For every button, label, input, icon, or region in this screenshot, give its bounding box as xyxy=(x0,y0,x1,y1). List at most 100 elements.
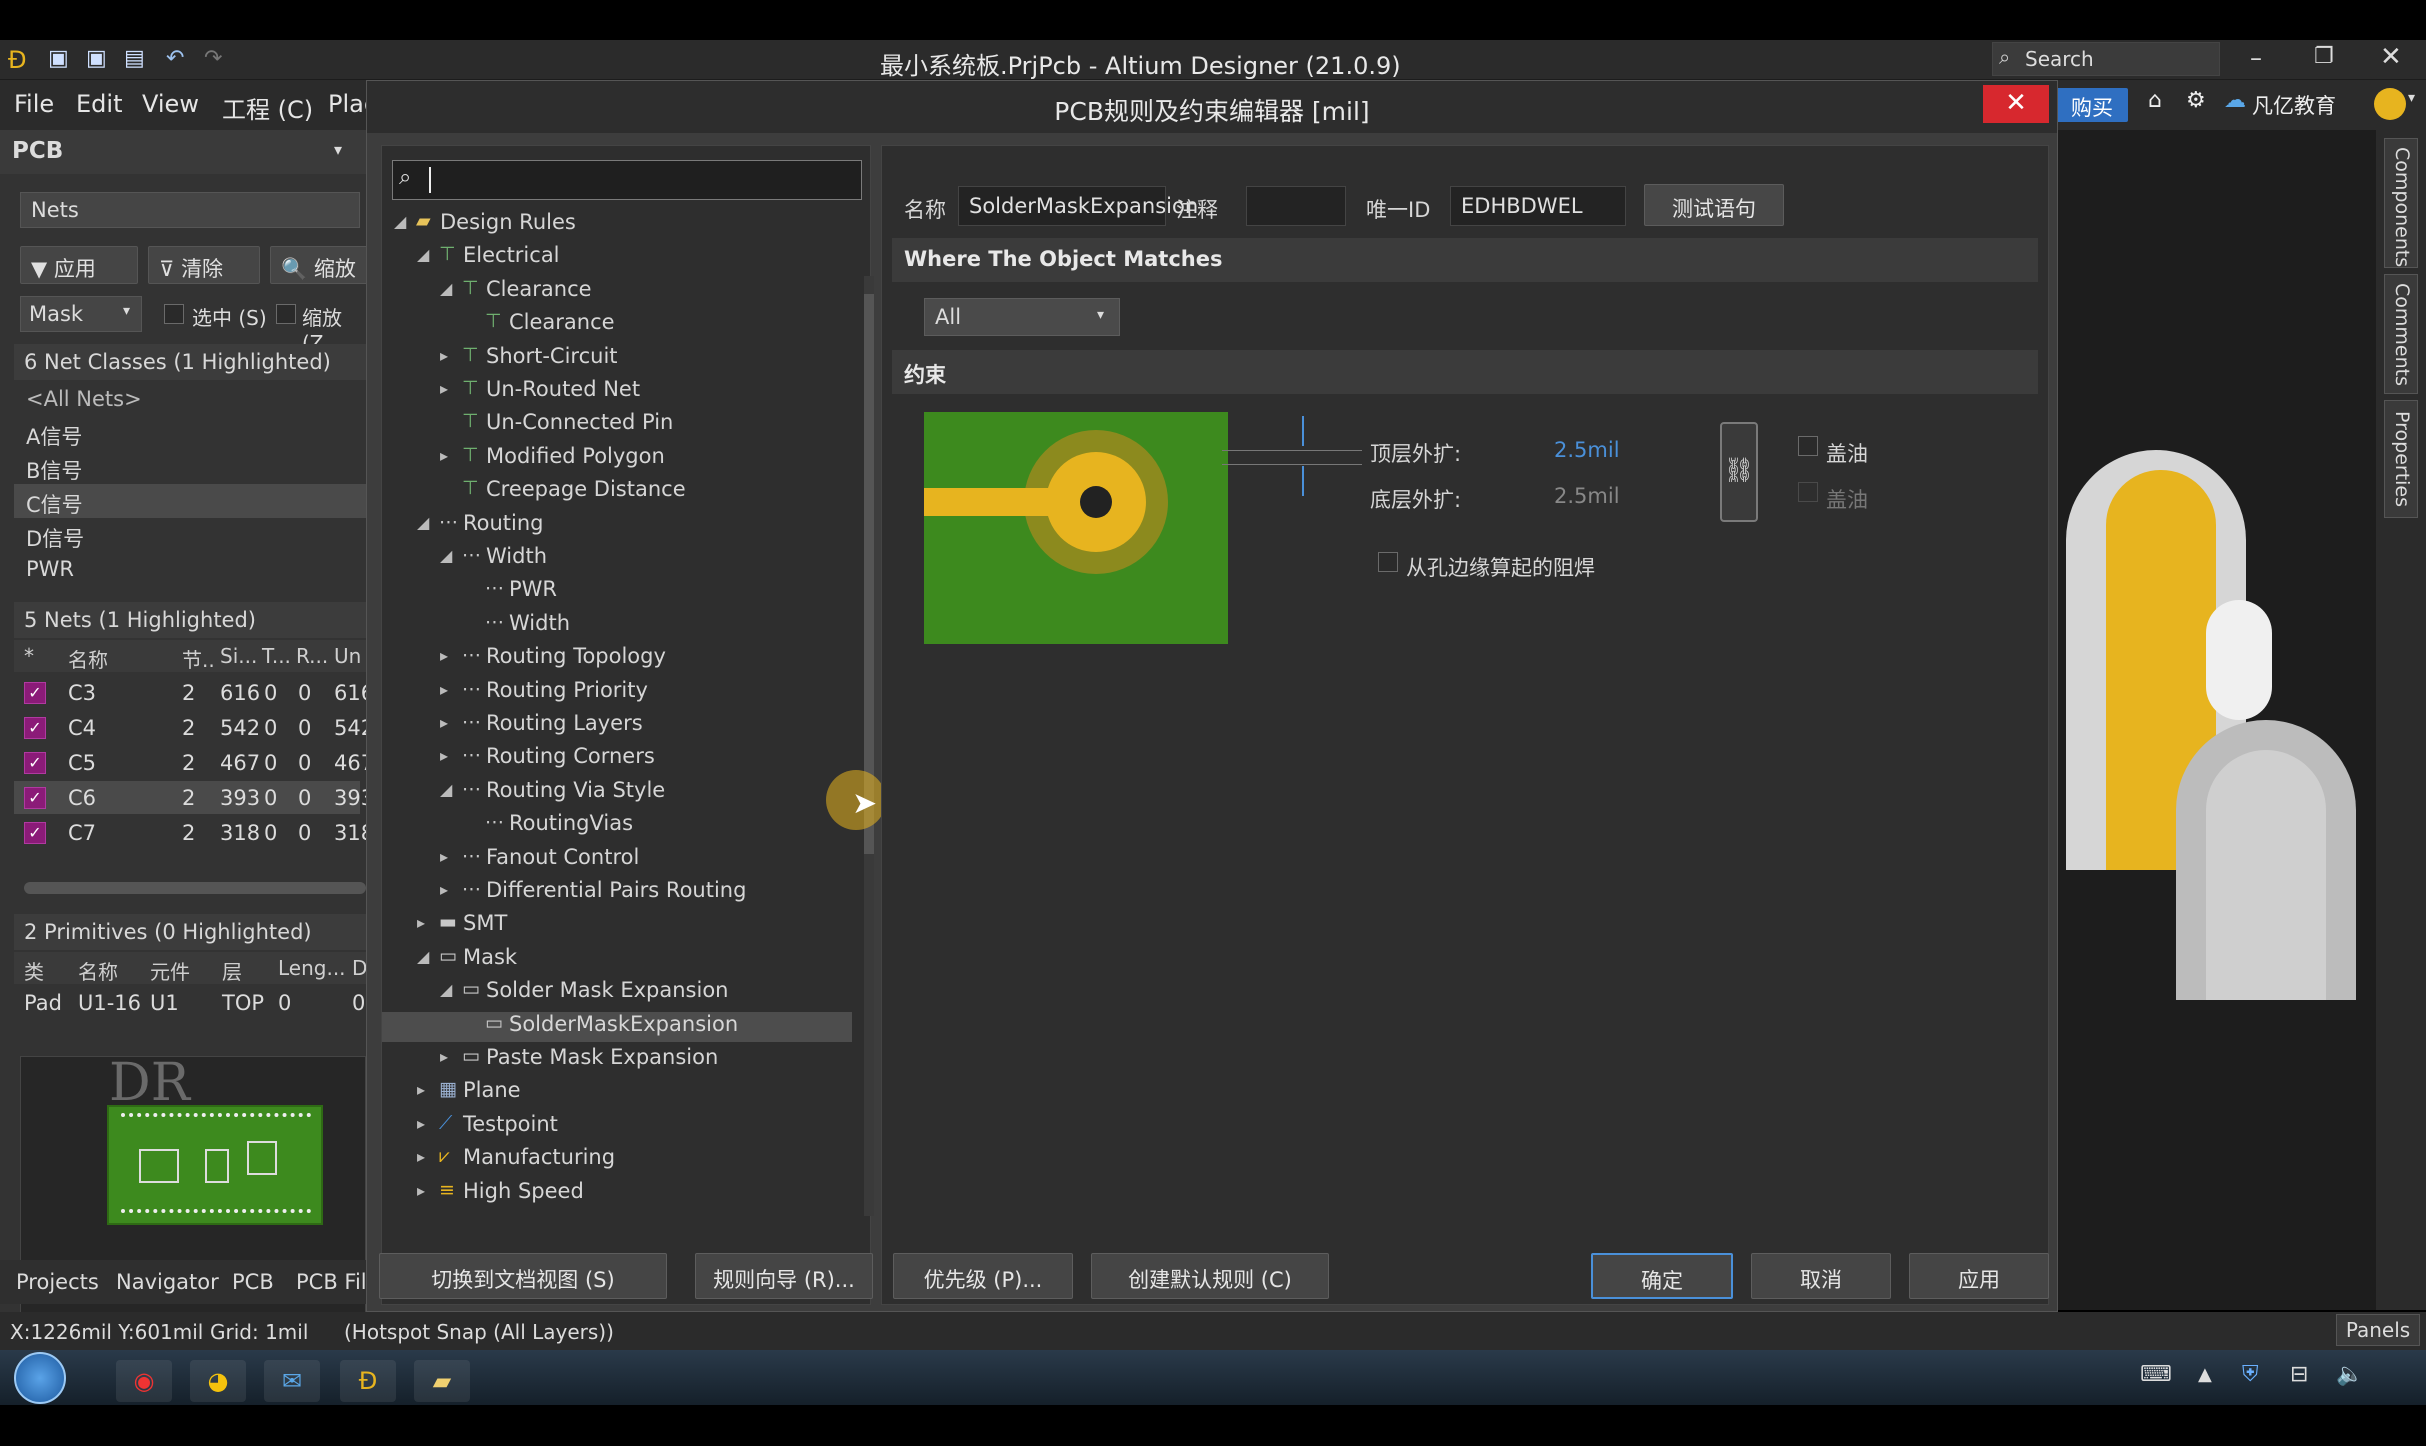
net-visible-checkbox[interactable]: ✓ xyxy=(24,682,46,704)
volume-icon[interactable]: 🔈 xyxy=(2336,1362,2363,1387)
folder-icon[interactable]: ▰ xyxy=(414,1360,470,1402)
menu-file[interactable]: File xyxy=(14,90,54,118)
expand-arrow-icon[interactable]: ◢ xyxy=(417,245,429,264)
gear-icon[interactable]: ⚙ xyxy=(2186,88,2206,113)
col-si[interactable]: Si... xyxy=(220,644,257,668)
create-default-rules-button[interactable]: 创建默认规则 (C) xyxy=(1091,1253,1329,1299)
expand-arrow-icon[interactable]: ▸ xyxy=(440,680,448,699)
tree-item[interactable]: ◢ ⋯ Routing Via Style xyxy=(382,778,852,808)
tree-item[interactable]: ⊤ Clearance xyxy=(382,310,852,340)
col-name[interactable]: 名称 xyxy=(68,644,108,673)
col-length[interactable]: Leng... xyxy=(278,956,346,980)
rule-wizard-button[interactable]: 规则向导 (R)... xyxy=(695,1253,873,1299)
tree-item[interactable]: ▸ ⋯ Routing Layers xyxy=(382,711,852,741)
network-icon[interactable]: ⊟ xyxy=(2290,1362,2308,1387)
tree-item[interactable]: ▸ ⋯ Differential Pairs Routing xyxy=(382,878,852,908)
tray-expand-icon[interactable]: ▲ xyxy=(2198,1364,2212,1385)
net-class-item[interactable]: B信号 xyxy=(14,450,366,484)
tree-item[interactable]: ⊤ Un-Connected Pin xyxy=(382,410,852,440)
clear-filter-button[interactable]: ⊽ 清除 xyxy=(148,246,260,284)
net-visible-checkbox[interactable]: ✓ xyxy=(24,787,46,809)
tree-item[interactable]: ▸ ▦ Plane xyxy=(382,1078,852,1108)
apply-filter-button[interactable]: ▼ 应用 xyxy=(20,246,138,284)
dialog-close-button[interactable]: ✕ xyxy=(1983,85,2049,123)
global-search[interactable]: ⌕ Search xyxy=(1992,42,2220,76)
open-icon[interactable]: ▤ xyxy=(124,46,145,71)
start-button[interactable] xyxy=(14,1352,66,1404)
expand-arrow-icon[interactable]: ◢ xyxy=(440,279,452,298)
tree-item[interactable]: ▸ ≡ High Speed xyxy=(382,1179,852,1209)
col-star[interactable]: * xyxy=(24,644,34,668)
chrome-icon[interactable]: ◕ xyxy=(190,1360,246,1402)
keyboard-icon[interactable]: ⌨ xyxy=(2140,1362,2172,1387)
expand-arrow-icon[interactable]: ▸ xyxy=(440,1047,448,1066)
tab-projects[interactable]: Projects xyxy=(16,1270,99,1294)
menu-project[interactable]: 工程 (C) xyxy=(222,90,313,125)
expand-arrow-icon[interactable]: ▸ xyxy=(417,1147,425,1166)
col-un[interactable]: Un xyxy=(334,644,361,668)
col-type[interactable]: 类 xyxy=(24,956,44,985)
save-all-icon[interactable]: ▣ xyxy=(86,46,107,71)
minimize-icon[interactable]: – xyxy=(2250,44,2262,72)
horizontal-scrollbar[interactable] xyxy=(24,882,366,894)
col-t[interactable]: T... xyxy=(262,644,291,668)
expand-arrow-icon[interactable]: ▸ xyxy=(440,880,448,899)
tree-item[interactable]: ▸ ⊤ Short-Circuit xyxy=(382,344,852,374)
net-class-item[interactable]: <All Nets> xyxy=(14,382,366,416)
restore-icon[interactable]: ❐ xyxy=(2314,44,2334,69)
tree-item[interactable]: ▸ ⋯ Fanout Control xyxy=(382,845,852,875)
net-row[interactable]: ✓ C7 2 318 0 0 318 xyxy=(14,816,374,849)
select-checkbox[interactable] xyxy=(164,304,184,324)
tab-pcb-filter[interactable]: PCB Fil xyxy=(296,1270,367,1294)
apply-button[interactable]: 应用 xyxy=(1909,1253,2049,1299)
tree-item[interactable]: ⋯ RoutingVias xyxy=(382,811,852,841)
tree-scrollbar-thumb[interactable] xyxy=(864,294,874,854)
net-visible-checkbox[interactable]: ✓ xyxy=(24,717,46,739)
net-row[interactable]: ✓ C5 2 467 0 0 467 xyxy=(14,746,374,779)
messenger-icon[interactable]: ✉ xyxy=(264,1360,320,1402)
tree-item[interactable]: ▸ ⋯ Routing Topology xyxy=(382,644,852,674)
tree-item[interactable]: ◢ ⊤ Clearance xyxy=(382,277,852,307)
menu-edit[interactable]: Edit xyxy=(76,90,122,118)
net-row[interactable]: ✓ C4 2 542 0 0 542 xyxy=(14,711,374,744)
shield-icon[interactable]: ⛨ xyxy=(2242,1362,2259,1387)
dock-tab-components[interactable]: Components xyxy=(2384,138,2418,268)
expand-arrow-icon[interactable]: ▸ xyxy=(440,646,448,665)
expand-arrow-icon[interactable]: ▸ xyxy=(417,1114,425,1133)
tree-item[interactable]: ▸ ▬ SMT xyxy=(382,911,852,941)
ok-button[interactable]: 确定 xyxy=(1591,1253,1733,1299)
expand-arrow-icon[interactable]: ◢ xyxy=(394,212,406,231)
user-avatar[interactable] xyxy=(2374,88,2406,120)
tree-item[interactable]: ◢ ▭ Mask xyxy=(382,945,852,975)
net-class-item-highlighted[interactable]: C信号 xyxy=(14,484,366,518)
tree-item[interactable]: ⋯ Width xyxy=(382,611,852,641)
pcb-3d-view[interactable] xyxy=(2056,130,2376,1310)
buy-button[interactable]: 购买 xyxy=(2056,88,2128,122)
top-expansion-value[interactable]: 2.5mil xyxy=(1554,438,1620,462)
comment-field[interactable] xyxy=(1246,186,1346,226)
save-icon[interactable]: ▣ xyxy=(48,46,69,71)
net-class-item[interactable]: D信号 xyxy=(14,518,366,552)
panels-button[interactable]: Panels xyxy=(2336,1314,2420,1346)
expand-arrow-icon[interactable]: ◢ xyxy=(440,780,452,799)
tree-item[interactable]: ▸ ⋯ Routing Corners xyxy=(382,744,852,774)
where-select[interactable]: All ▾ xyxy=(924,298,1120,336)
home-icon[interactable]: ⌂ xyxy=(2148,88,2162,113)
expand-arrow-icon[interactable]: ▸ xyxy=(440,446,448,465)
test-query-button[interactable]: 测试语句 xyxy=(1644,184,1784,226)
tree-item[interactable]: ▸ ⊤ Modified Polygon xyxy=(382,444,852,474)
col-component[interactable]: 元件 xyxy=(150,956,190,985)
switch-document-view-button[interactable]: 切换到文档视图 (S) xyxy=(379,1253,667,1299)
expand-arrow-icon[interactable]: ▸ xyxy=(440,847,448,866)
dock-tab-properties[interactable]: Properties xyxy=(2384,400,2418,518)
col-name[interactable]: 名称 xyxy=(78,956,118,985)
panel-header[interactable]: PCB ▾ xyxy=(0,130,368,174)
tent-top-checkbox[interactable] xyxy=(1798,436,1818,456)
tree-item[interactable]: ◢ ⋯ Routing xyxy=(382,511,852,541)
expand-arrow-icon[interactable]: ▸ xyxy=(440,346,448,365)
name-field[interactable]: SolderMaskExpansion xyxy=(958,186,1198,226)
expand-arrow-icon[interactable]: ◢ xyxy=(440,546,452,565)
tree-item[interactable]: ▭ SolderMaskExpansion xyxy=(382,1011,852,1042)
net-row[interactable]: ✓ C3 2 616 0 0 616 xyxy=(14,676,374,709)
expand-arrow-icon[interactable]: ◢ xyxy=(417,947,429,966)
